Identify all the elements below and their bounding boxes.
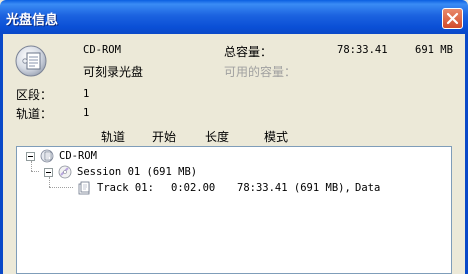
- sessions-value: 1: [83, 88, 90, 100]
- tree-session-label: Session 01 (691 MB): [77, 166, 198, 178]
- column-header-start: 开始: [152, 130, 177, 144]
- close-icon: [446, 12, 459, 25]
- tree-item-track[interactable]: Track 01: 0:02.00 78:33.41 (691 MB), Dat…: [17, 180, 447, 196]
- disc-icon: [15, 45, 47, 77]
- column-header-mode: 模式: [264, 130, 289, 144]
- tracks-value: 1: [83, 107, 90, 119]
- collapse-toggle[interactable]: [26, 152, 35, 161]
- track-mode: Data: [355, 182, 381, 194]
- disc-status: 可刻录光盘: [83, 65, 144, 79]
- disc-type: CD-ROM: [83, 44, 121, 56]
- title-bar[interactable]: 光盘信息: [0, 0, 468, 34]
- collapse-toggle[interactable]: [44, 168, 53, 177]
- column-header-track: 轨道: [101, 130, 126, 144]
- close-button[interactable]: [442, 8, 463, 29]
- track-start: 0:02.00: [171, 182, 216, 194]
- column-header-length: 长度: [205, 130, 230, 144]
- tree-item-cd-rom[interactable]: CD-ROM: [17, 148, 447, 164]
- tracks-label: 轨道：: [16, 107, 53, 121]
- total-capacity-label: 总容量：: [224, 45, 273, 59]
- track-name: Track 01:: [97, 182, 154, 194]
- tree-item-session[interactable]: Session 01 (691 MB): [17, 164, 447, 180]
- cd-icon: [40, 149, 54, 163]
- session-icon: [58, 165, 72, 179]
- window-title: 光盘信息: [6, 13, 59, 28]
- track-length: 78:33.41 (691 MB),: [237, 182, 351, 194]
- tree-root-label: CD-ROM: [59, 150, 97, 162]
- total-capacity-time: 78:33.41: [337, 44, 388, 56]
- sessions-label: 区段：: [16, 88, 53, 102]
- available-capacity-label: 可用的容量：: [224, 65, 297, 79]
- total-capacity-size: 691 MB: [415, 44, 453, 56]
- track-icon: [78, 181, 90, 195]
- track-tree[interactable]: CD-ROM Session 01 (691 MB) Track 01: 0:0…: [16, 146, 452, 274]
